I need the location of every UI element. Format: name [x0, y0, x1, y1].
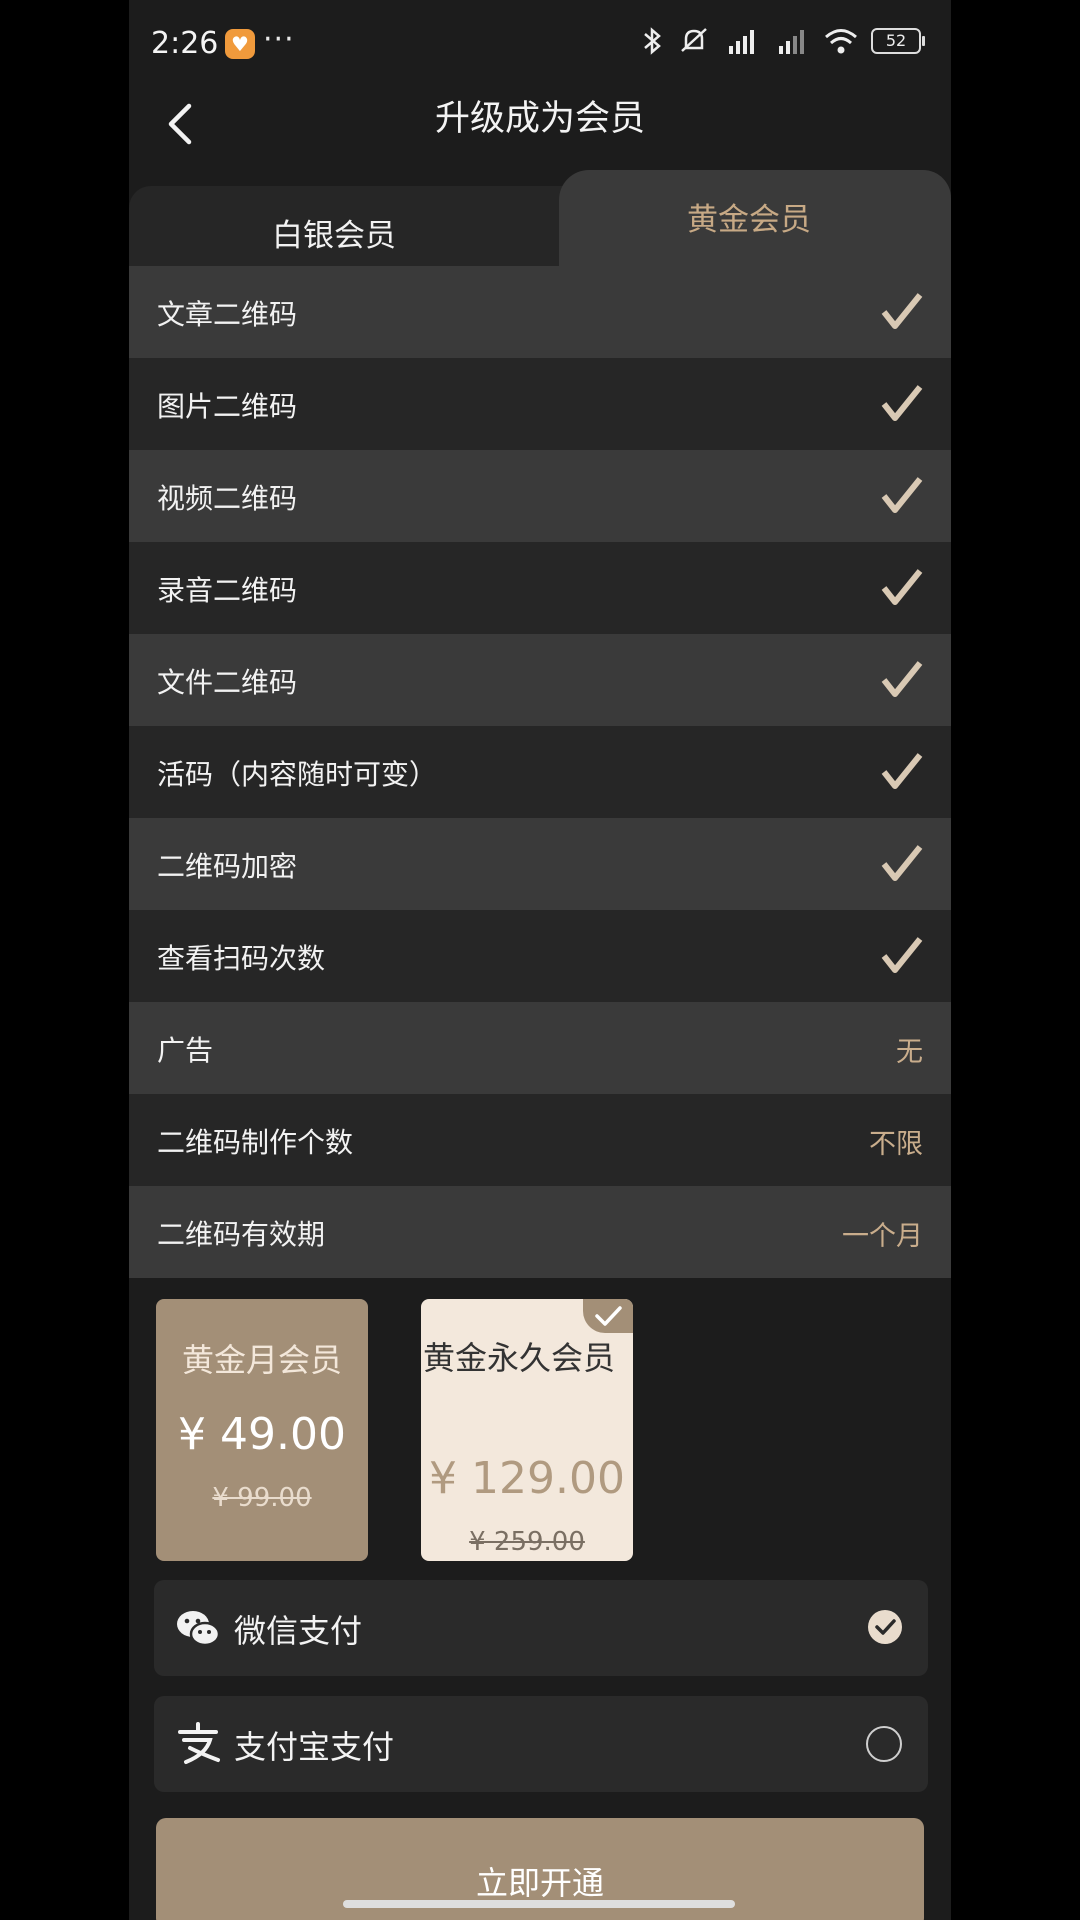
checkmark-icon [881, 293, 923, 329]
plan-price: ¥ 129.00 [429, 1453, 625, 1504]
signal-hd-2-icon [779, 30, 804, 54]
plan-card-gold-month[interactable]: 黄金月会员 ¥ 49.00 ¥ 99.00 [156, 1299, 368, 1561]
radio-unselected[interactable] [866, 1726, 902, 1762]
feature-label: 文章二维码 [157, 298, 298, 331]
feature-row: 文章二维码 [129, 266, 951, 358]
payment-option-wechat[interactable]: 微信支付 [154, 1580, 928, 1676]
feature-label: 二维码制作个数 [157, 1126, 354, 1159]
feature-row: 录音二维码 [129, 542, 951, 634]
top-bar: 升级成为会员 [129, 80, 951, 176]
feature-row: 广告 无 [129, 1002, 951, 1094]
feature-label: 文件二维码 [157, 666, 298, 699]
membership-tabs: 白银会员 黄金会员 [129, 170, 951, 266]
status-bar: 2:26 ♥ ··· 52 [129, 0, 951, 88]
checkmark-icon [881, 385, 923, 421]
feature-label: 广告 [157, 1034, 214, 1067]
plan-card-gold-forever[interactable]: 黄金永久会员 ¥ 129.00 ¥ 259.00 [421, 1299, 633, 1561]
feature-row: 文件二维码 [129, 634, 951, 726]
feature-row: 二维码加密 [129, 818, 951, 910]
feature-label: 二维码有效期 [157, 1218, 326, 1251]
home-indicator[interactable] [343, 1900, 735, 1908]
checkmark-icon [881, 661, 923, 697]
tab-silver-member[interactable]: 白银会员 [129, 186, 569, 266]
mute-icon [681, 28, 707, 52]
feature-list: 文章二维码 图片二维码 视频二维码 录音二维码 文件二维码 活码（内容随时可变）… [129, 266, 951, 1278]
feature-row: 二维码有效期 一个月 [129, 1186, 951, 1278]
radio-selected[interactable] [868, 1610, 902, 1644]
feature-value: 一个月 [842, 1221, 923, 1252]
battery-icon: 52 [871, 28, 925, 54]
payment-label: 微信支付 [234, 1612, 363, 1650]
status-icons: 52 [639, 26, 925, 56]
tab-gold-label: 黄金会员 [687, 202, 811, 238]
phone-screen: 2:26 ♥ ··· 52 升级成为会员 白银会员 黄金会员 文章二维码 图片二… [129, 0, 951, 1920]
checkmark-icon [881, 753, 923, 789]
feature-label: 录音二维码 [157, 574, 298, 607]
plan-original-price: ¥ 99.00 [212, 1483, 312, 1513]
checkmark-icon [881, 937, 923, 973]
tab-silver-label: 白银会员 [272, 218, 396, 254]
check-icon [595, 1306, 622, 1326]
checkmark-icon [881, 845, 923, 881]
checkmark-icon [881, 477, 923, 513]
checkmark-icon [881, 569, 923, 605]
bluetooth-icon [644, 27, 661, 55]
tab-gold-member[interactable]: 黄金会员 [559, 170, 951, 266]
feature-row: 视频二维码 [129, 450, 951, 542]
feature-value: 不限 [869, 1129, 923, 1160]
app-notification-icon: ♥ [225, 29, 255, 59]
feature-row: 图片二维码 [129, 358, 951, 450]
more-notifications-icon: ··· [263, 22, 295, 57]
open-now-label: 立即开通 [475, 1864, 604, 1902]
wifi-icon [825, 29, 857, 54]
feature-row: 二维码制作个数 不限 [129, 1094, 951, 1186]
signal-hd-icon [729, 30, 754, 54]
feature-label: 活码（内容随时可变） [157, 758, 438, 791]
feature-row: 活码（内容随时可变） [129, 726, 951, 818]
alipay-icon [178, 1722, 220, 1764]
feature-value: 无 [896, 1037, 923, 1068]
feature-label: 图片二维码 [157, 390, 298, 423]
feature-label: 二维码加密 [157, 850, 298, 883]
feature-label: 视频二维码 [157, 482, 298, 515]
plan-price: ¥ 49.00 [178, 1409, 346, 1460]
radio-check-icon [875, 1619, 896, 1635]
feature-label: 查看扫码次数 [157, 942, 326, 975]
page-title: 升级成为会员 [434, 99, 645, 139]
plan-original-price: ¥ 259.00 [469, 1527, 585, 1557]
feature-row: 查看扫码次数 [129, 910, 951, 1002]
plan-name: 黄金永久会员 [423, 1339, 616, 1377]
payment-label: 支付宝支付 [234, 1728, 395, 1766]
status-time: 2:26 [151, 26, 219, 61]
wechat-icon [177, 1611, 221, 1647]
payment-option-alipay[interactable]: 支付宝支付 [154, 1696, 928, 1792]
plan-name: 黄金月会员 [181, 1341, 342, 1379]
selected-badge [583, 1299, 633, 1333]
